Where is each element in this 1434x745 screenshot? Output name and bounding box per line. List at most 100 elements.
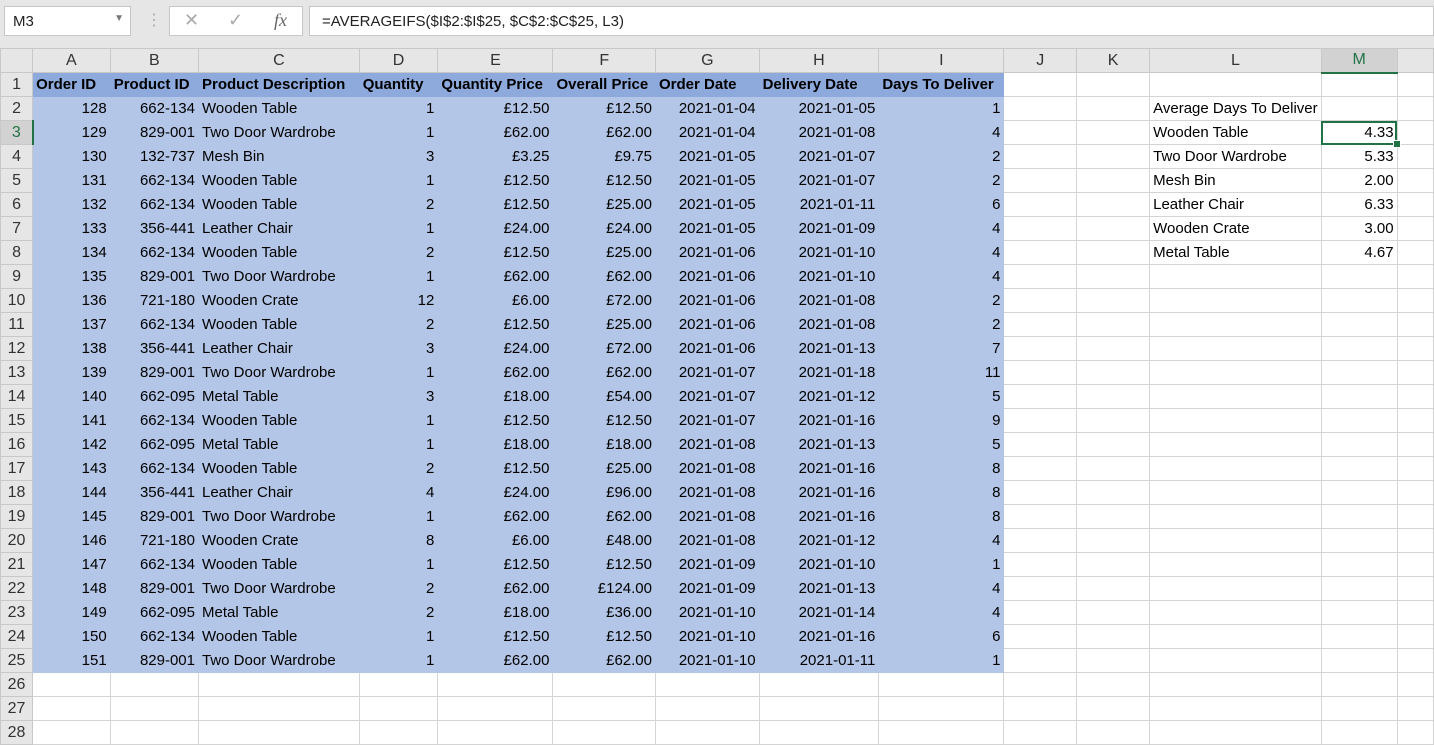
data-cell[interactable]: £12.50 xyxy=(437,168,554,193)
empty-cell[interactable] xyxy=(1003,552,1078,577)
data-cell[interactable]: 2021-01-11 xyxy=(758,648,880,673)
data-cell[interactable]: 4 xyxy=(878,600,1005,625)
empty-cell[interactable] xyxy=(1396,72,1434,97)
data-cell[interactable]: £18.00 xyxy=(552,432,656,457)
row-header[interactable]: 19 xyxy=(0,504,34,529)
row-header[interactable]: 18 xyxy=(0,480,34,505)
empty-cell[interactable] xyxy=(758,672,880,697)
data-cell[interactable]: £3.25 xyxy=(437,144,554,169)
data-cell[interactable]: 2 xyxy=(358,456,439,481)
empty-cell[interactable] xyxy=(1003,216,1078,241)
empty-cell[interactable] xyxy=(1396,288,1434,313)
empty-cell[interactable] xyxy=(1003,504,1078,529)
data-cell[interactable]: £62.00 xyxy=(552,264,656,289)
data-cell[interactable]: 4 xyxy=(878,120,1005,145)
summary-label[interactable]: Wooden Crate xyxy=(1149,216,1322,241)
empty-cell[interactable] xyxy=(1396,216,1434,241)
summary-value[interactable]: 4.67 xyxy=(1320,240,1398,265)
data-cell[interactable]: 2021-01-10 xyxy=(758,552,880,577)
data-cell[interactable]: 2021-01-16 xyxy=(758,456,880,481)
data-cell[interactable]: £72.00 xyxy=(552,336,656,361)
data-cell[interactable]: 2021-01-05 xyxy=(655,144,760,169)
data-cell[interactable]: 6 xyxy=(878,192,1005,217)
header-cell[interactable]: Product ID xyxy=(109,72,200,97)
empty-cell[interactable] xyxy=(1320,624,1398,649)
empty-cell[interactable] xyxy=(1396,120,1434,145)
empty-cell[interactable] xyxy=(1320,408,1398,433)
empty-cell[interactable] xyxy=(198,720,360,745)
empty-cell[interactable] xyxy=(1149,408,1322,433)
data-cell[interactable]: 1 xyxy=(878,648,1005,673)
data-cell[interactable]: 721-180 xyxy=(109,528,200,553)
column-header-d[interactable]: D xyxy=(358,48,439,73)
empty-cell[interactable] xyxy=(1003,576,1078,601)
data-cell[interactable]: 131 xyxy=(32,168,111,193)
data-cell[interactable]: 4 xyxy=(358,480,439,505)
empty-cell[interactable] xyxy=(1320,96,1398,121)
empty-cell[interactable] xyxy=(552,720,656,745)
data-cell[interactable]: Metal Table xyxy=(198,384,360,409)
data-cell[interactable]: 2021-01-09 xyxy=(655,576,760,601)
column-header-g[interactable]: G xyxy=(655,48,760,73)
data-cell[interactable]: 1 xyxy=(358,264,439,289)
data-cell[interactable]: 9 xyxy=(878,408,1005,433)
empty-cell[interactable] xyxy=(552,696,656,721)
data-cell[interactable]: 1 xyxy=(358,504,439,529)
data-cell[interactable]: £48.00 xyxy=(552,528,656,553)
column-header-b[interactable]: B xyxy=(109,48,200,73)
data-cell[interactable]: 2021-01-12 xyxy=(758,384,880,409)
empty-cell[interactable] xyxy=(1076,648,1151,673)
empty-cell[interactable] xyxy=(1320,288,1398,313)
data-cell[interactable]: 356-441 xyxy=(109,480,200,505)
data-cell[interactable]: 136 xyxy=(32,288,111,313)
empty-cell[interactable] xyxy=(1003,648,1078,673)
data-cell[interactable]: 662-134 xyxy=(109,312,200,337)
empty-cell[interactable] xyxy=(1076,720,1151,745)
empty-cell[interactable] xyxy=(878,720,1005,745)
data-cell[interactable]: 132 xyxy=(32,192,111,217)
data-cell[interactable]: Wooden Crate xyxy=(198,528,360,553)
empty-cell[interactable] xyxy=(1076,408,1151,433)
data-cell[interactable]: 2021-01-07 xyxy=(758,168,880,193)
data-cell[interactable]: 3 xyxy=(358,384,439,409)
row-header[interactable]: 7 xyxy=(0,216,34,241)
summary-label[interactable]: Mesh Bin xyxy=(1149,168,1322,193)
empty-cell[interactable] xyxy=(1396,480,1434,505)
empty-cell[interactable] xyxy=(1149,600,1322,625)
empty-cell[interactable] xyxy=(1003,72,1078,97)
empty-cell[interactable] xyxy=(1003,288,1078,313)
data-cell[interactable]: 2021-01-12 xyxy=(758,528,880,553)
empty-cell[interactable] xyxy=(1076,504,1151,529)
empty-cell[interactable] xyxy=(1320,600,1398,625)
column-header-m[interactable]: M xyxy=(1320,48,1398,74)
header-cell[interactable]: Order ID xyxy=(32,72,111,97)
empty-cell[interactable] xyxy=(32,720,111,745)
empty-cell[interactable] xyxy=(655,720,760,745)
data-cell[interactable]: Two Door Wardrobe xyxy=(198,576,360,601)
data-cell[interactable]: £25.00 xyxy=(552,456,656,481)
empty-cell[interactable] xyxy=(1396,576,1434,601)
name-box[interactable]: M3 ▼ xyxy=(4,6,131,36)
data-cell[interactable]: Wooden Table xyxy=(198,552,360,577)
row-header[interactable]: 3 xyxy=(0,120,34,145)
data-cell[interactable]: £12.50 xyxy=(437,456,554,481)
data-cell[interactable]: 662-095 xyxy=(109,384,200,409)
data-cell[interactable]: 2021-01-08 xyxy=(655,480,760,505)
empty-cell[interactable] xyxy=(1396,264,1434,289)
row-header[interactable]: 11 xyxy=(0,312,34,337)
data-cell[interactable]: Wooden Table xyxy=(198,240,360,265)
empty-cell[interactable] xyxy=(1076,192,1151,217)
data-cell[interactable]: £62.00 xyxy=(437,576,554,601)
column-header-i[interactable]: I xyxy=(878,48,1005,73)
data-cell[interactable]: 662-134 xyxy=(109,552,200,577)
data-cell[interactable]: 5 xyxy=(878,432,1005,457)
data-cell[interactable]: Two Door Wardrobe xyxy=(198,120,360,145)
chevron-down-icon[interactable]: ▼ xyxy=(114,13,124,24)
empty-cell[interactable] xyxy=(1149,504,1322,529)
data-cell[interactable]: 2 xyxy=(358,192,439,217)
empty-cell[interactable] xyxy=(1396,336,1434,361)
empty-cell[interactable] xyxy=(1320,504,1398,529)
data-cell[interactable]: £62.00 xyxy=(552,504,656,529)
empty-cell[interactable] xyxy=(109,720,200,745)
data-cell[interactable]: £25.00 xyxy=(552,312,656,337)
